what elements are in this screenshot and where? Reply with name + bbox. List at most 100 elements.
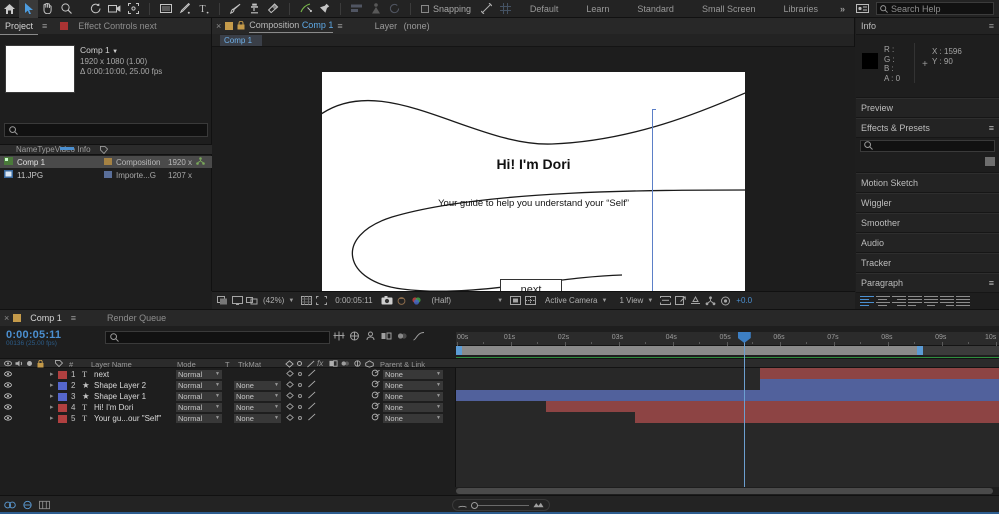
layer-collapse-icon[interactable] [286, 402, 294, 413]
timeline-panel-menu-icon[interactable]: ≡ [67, 313, 80, 323]
workspace-small-screen[interactable]: Small Screen [688, 0, 770, 18]
layer-quality-icon[interactable] [298, 416, 302, 420]
align-left-icon[interactable] [860, 295, 874, 307]
layer-duration-bar[interactable] [760, 379, 999, 390]
enable-frame-blending-icon[interactable] [380, 329, 393, 343]
draft-3d-icon[interactable] [348, 329, 361, 343]
layer-quality-icon[interactable] [298, 383, 302, 387]
zoom-tool[interactable] [57, 0, 76, 18]
workspace-libraries[interactable]: Libraries [769, 0, 832, 18]
layer-visibility-icon[interactable] [4, 402, 12, 413]
layer-label-color[interactable] [58, 370, 67, 379]
composition-canvas[interactable]: Hi! I'm Dori Your guide to help you unde… [322, 72, 745, 291]
layer-parent-pickwhip-icon[interactable] [371, 413, 380, 424]
camera-tool[interactable] [105, 0, 124, 18]
timeline-track-row[interactable] [456, 401, 999, 412]
workspace-default[interactable]: Default [516, 0, 573, 18]
pan-behind-tool[interactable] [124, 0, 143, 18]
timeline-layer-row[interactable]: ▸ 2 ★ Shape Layer 2 Normal ▼ None ▼ None ▼ [0, 380, 456, 391]
type-tool[interactable]: T [194, 0, 213, 18]
panel-preview[interactable]: Preview [856, 98, 999, 118]
layer-parent-dropdown[interactable]: None ▼ [383, 414, 443, 423]
layer-quality-icon[interactable] [298, 405, 302, 409]
info-panel-menu-icon[interactable]: ≡ [989, 21, 994, 31]
layer-expand-icon[interactable]: ▸ [50, 413, 54, 424]
col-mode[interactable]: Mode [177, 360, 196, 369]
composition-viewport[interactable]: Hi! I'm Dori Your guide to help you unde… [212, 47, 855, 291]
panel-effects-presets[interactable]: Effects & Presets ≡ [856, 118, 999, 138]
layer-parent-dropdown[interactable]: None ▼ [383, 392, 443, 401]
toggle-switches-modes-icon[interactable] [3, 498, 17, 512]
project-item-row[interactable]: 11.JPG Importe...G 1207 x [0, 169, 212, 181]
person-icon[interactable] [366, 0, 385, 18]
timeline-track-row[interactable] [456, 368, 999, 379]
layer-visibility-icon[interactable] [4, 391, 12, 402]
clone-stamp-tool[interactable] [245, 0, 264, 18]
work-area-end-handle[interactable] [916, 346, 923, 355]
layer-visibility-icon[interactable] [4, 369, 12, 380]
timeline-track-area[interactable] [456, 368, 999, 496]
scrollbar-thumb[interactable] [456, 488, 993, 494]
layer-effects-icon[interactable] [308, 402, 316, 413]
layer-label-color[interactable] [58, 414, 67, 423]
col-t[interactable]: T [225, 360, 230, 369]
layer-parent-dropdown[interactable]: None ▼ [383, 403, 443, 412]
channels-icon[interactable] [410, 294, 424, 308]
tab-project[interactable]: Project [0, 18, 39, 35]
chevron-down-icon[interactable]: ▼ [288, 298, 294, 304]
layer-effects-icon[interactable] [308, 413, 316, 424]
layer-collapse-icon[interactable] [286, 380, 294, 391]
align-icon[interactable] [347, 0, 366, 18]
col-trkmat[interactable]: TrkMat [238, 360, 261, 369]
work-area-bar[interactable] [456, 346, 999, 355]
timeline-ruler[interactable]: 00s 01s 02s 03s 04s 05s 06s 07s 08s 09s 10s [456, 332, 999, 346]
close-icon[interactable]: × [0, 313, 13, 323]
layer-collapse-icon[interactable] [286, 369, 294, 380]
layer-mode-dropdown[interactable]: Normal ▼ [176, 414, 222, 423]
work-area-fill[interactable] [456, 346, 923, 355]
eraser-tool[interactable] [264, 0, 283, 18]
justify-all-icon[interactable] [956, 295, 970, 307]
justify-last-left-icon[interactable] [908, 295, 922, 307]
search-help-field[interactable]: Search Help [876, 2, 994, 15]
hand-tool[interactable] [38, 0, 57, 18]
layer-collapse-icon[interactable] [286, 413, 294, 424]
project-search-input[interactable] [4, 123, 208, 137]
pixel-aspect-icon[interactable] [658, 294, 672, 308]
grid-guides-icon[interactable] [299, 294, 313, 308]
layer-collapse-icon[interactable] [286, 391, 294, 402]
hide-shy-layers-icon[interactable] [364, 329, 377, 343]
composition-mini-flowchart-icon[interactable] [332, 329, 345, 343]
panel-motion-sketch[interactable]: Motion Sketch [856, 173, 999, 193]
timeline-link-icon[interactable] [673, 294, 687, 308]
align-center-icon[interactable] [876, 295, 890, 307]
close-icon[interactable]: × [212, 21, 225, 31]
panel-audio[interactable]: Audio [856, 233, 999, 253]
brush-tool[interactable] [226, 0, 245, 18]
timeline-track-row[interactable] [456, 379, 999, 390]
current-time-display[interactable]: 0:00:05:11 00136 (25.00 fps) [6, 329, 61, 347]
pen-tool[interactable] [175, 0, 194, 18]
layer-parent-pickwhip-icon[interactable] [371, 402, 380, 413]
motion-blur-toggle-icon[interactable] [37, 498, 51, 512]
composition-panel-menu-icon[interactable]: ≡ [333, 21, 346, 31]
tab-layer[interactable]: Layer (none) [375, 21, 430, 31]
col-layer-name[interactable]: Layer Name [91, 360, 132, 369]
layer-parent-pickwhip-icon[interactable] [371, 369, 380, 380]
layer-mode-dropdown[interactable]: Normal ▼ [176, 392, 222, 401]
snapshot-icon[interactable] [380, 294, 394, 308]
layer-visibility-icon[interactable] [4, 413, 12, 424]
zoom-out-icon[interactable] [458, 500, 467, 510]
exposure-value[interactable]: +0.0 [733, 296, 752, 305]
camera-selector[interactable]: Active Camera [542, 296, 600, 305]
enable-motion-blur-icon[interactable] [396, 329, 409, 343]
layer-parent-dropdown[interactable]: None ▼ [383, 381, 443, 390]
project-item-row[interactable]: Comp 1 Composition 1920 x [0, 156, 212, 168]
panel-smoother[interactable]: Smoother [856, 213, 999, 233]
chevron-down-icon[interactable]: ▼ [497, 298, 503, 304]
layer-effects-icon[interactable] [308, 391, 316, 402]
snapping-toggle[interactable]: Snapping [421, 4, 471, 14]
resolution-value[interactable]: (Half) [429, 296, 455, 305]
layer-expand-icon[interactable]: ▸ [50, 402, 54, 413]
3d-view-icon[interactable] [523, 294, 537, 308]
